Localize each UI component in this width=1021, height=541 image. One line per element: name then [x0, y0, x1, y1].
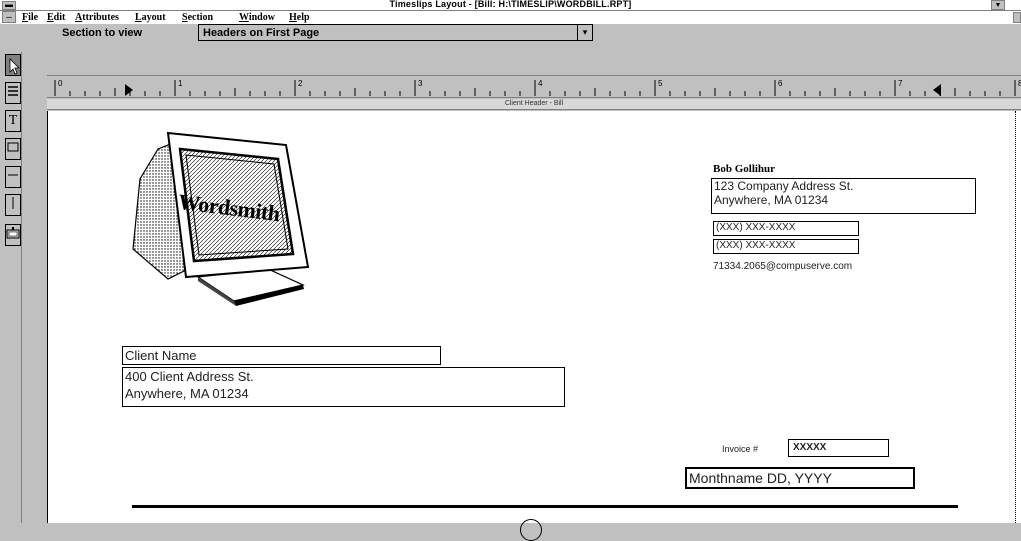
client-address-line2: Anywhere, MA 01234: [125, 386, 249, 401]
section-select[interactable]: Headers on First Page: [198, 24, 578, 41]
title-bar: ▬ Timeslips Layout - [Bill: H:\TIMESLIP\…: [0, 0, 1021, 11]
ruler-number: 3: [418, 79, 423, 88]
client-name-field[interactable]: Client Name: [122, 346, 441, 365]
section-dropdown-button[interactable]: ▾: [577, 24, 593, 41]
invoice-label: Invoice #: [722, 444, 759, 454]
invoice-number-field[interactable]: XXXXX: [788, 439, 889, 457]
company-phone2[interactable]: (XXX) XXX-XXXX: [713, 239, 859, 254]
menu-help[interactable]: Help: [289, 11, 310, 24]
ruler-number: 4: [538, 79, 543, 88]
section-to-view-label: Section to view: [62, 27, 143, 39]
menu-file[interactable]: File: [22, 11, 38, 24]
section-select-value: Headers on First Page: [203, 27, 320, 39]
ruler-number: 7: [898, 79, 903, 88]
divider-line[interactable]: [132, 505, 958, 508]
company-phone1[interactable]: (XXX) XXX-XXXX: [713, 221, 859, 236]
restore-icon[interactable]: [1013, 12, 1021, 23]
ruler-number: 0: [58, 79, 63, 88]
field-tool-icon[interactable]: [5, 224, 21, 246]
computer-logo[interactable]: Wordsmith: [128, 119, 318, 311]
menu-attributes[interactable]: Attributes: [75, 11, 119, 24]
section-header-strip: Client Header - Bill: [47, 99, 1021, 110]
company-name[interactable]: Bob Gollihur: [713, 163, 775, 176]
menu-layout[interactable]: Layout: [135, 11, 166, 24]
client-address-line1: 400 Client Address St.: [125, 369, 254, 384]
company-email[interactable]: 71334.2065@compuserve.com: [713, 261, 852, 273]
company-address-box[interactable]: 123 Company Address St. Anywhere, MA 012…: [711, 178, 976, 214]
text-tool-icon[interactable]: T: [5, 110, 21, 132]
tool-palette: T: [4, 52, 22, 523]
minimize-button[interactable]: ▼: [991, 0, 1005, 10]
vertical-line-tool-icon[interactable]: [5, 194, 21, 216]
layout-canvas[interactable]: Wordsmith Bob Gollihur 123 Company Addre…: [47, 111, 1015, 541]
menu-edit[interactable]: Edit: [47, 11, 65, 24]
ruler-number: 2: [298, 79, 303, 88]
menu-window[interactable]: Window: [239, 11, 275, 24]
ruler-number: 1: [178, 79, 183, 88]
horizontal-ruler[interactable]: 012345678: [47, 75, 1021, 98]
document-menu-icon[interactable]: –: [2, 11, 16, 23]
left-margin-marker-icon[interactable]: [125, 84, 133, 96]
invoice-date-field[interactable]: Monthname DD, YYYY: [685, 467, 915, 489]
client-address-box[interactable]: 400 Client Address St. Anywhere, MA 0123…: [122, 367, 565, 407]
menu-bar: – File Edit Attributes Layout Section Wi…: [0, 11, 1021, 24]
horizontal-line-tool-icon[interactable]: [5, 166, 21, 188]
pointer-tool-icon[interactable]: [5, 54, 21, 76]
right-margin-marker-icon[interactable]: [933, 84, 941, 96]
list-tool-icon[interactable]: [5, 82, 21, 104]
window-title: Timeslips Layout - [Bill: H:\TIMESLIP\WO…: [389, 0, 632, 9]
rectangle-tool-icon[interactable]: [5, 138, 21, 160]
company-address-line2: Anywhere, MA 01234: [714, 193, 829, 207]
ruler-number: 6: [778, 79, 783, 88]
company-address-line1: 123 Company Address St.: [714, 179, 854, 193]
circle-shape[interactable]: [520, 519, 542, 541]
menu-section[interactable]: Section: [182, 11, 213, 24]
vertical-scroll-edge[interactable]: [1015, 111, 1021, 523]
ruler-number: 5: [658, 79, 663, 88]
